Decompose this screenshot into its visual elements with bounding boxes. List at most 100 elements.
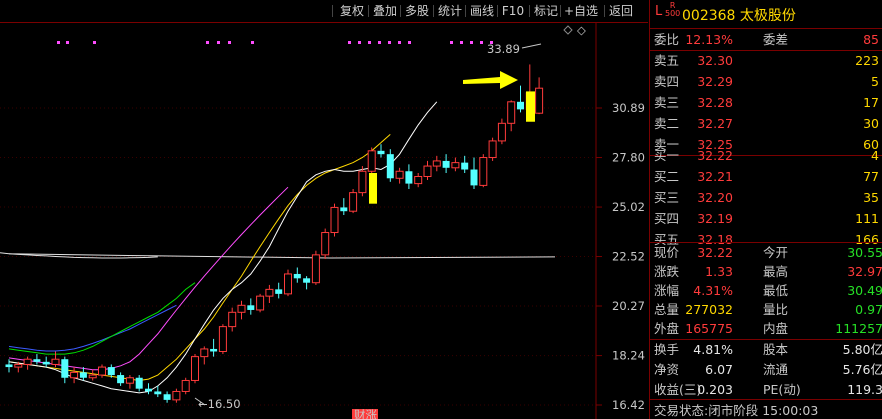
bid-row[interactable]: 买四 32.19 111 [650,208,882,229]
level-flag-sub: 500 [665,9,681,18]
weibi-value: 12.13% [685,32,733,47]
news-tag-label: 财涨 [354,408,377,419]
level-label: 卖二 [654,116,680,131]
stats-row: 收益(三) 0.203 PE(动) 119.3 [650,379,882,400]
level-label: 卖三 [654,95,680,110]
chevron-icon: ◇ [577,23,586,37]
candle-up [284,273,292,295]
level-price: 32.28 [697,95,733,110]
candle-down [79,372,87,378]
candle-up [330,206,339,234]
toolbar-separator [400,5,401,17]
y-tick-label: 16.42 [612,398,645,412]
quote-label: 内盘 [763,321,789,336]
stock-title: 002368 太极股份 [682,8,796,24]
toolbar-button-1[interactable]: 叠加 [370,3,400,19]
candle-down [517,101,524,110]
candle-up [432,160,441,167]
weicha-label: 委差 [763,32,789,47]
ask-row[interactable]: 卖二 32.27 30 [650,113,882,134]
signal-dot [228,41,231,44]
bid-row[interactable]: 买三 32.20 35 [650,187,882,208]
stats-value: 6.07 [705,362,733,377]
signal-dot [206,41,209,44]
candle-up [256,295,265,311]
level-label: 卖四 [654,74,680,89]
candle-up [14,363,23,368]
stats-label: 流通 [763,362,789,377]
candle-down [145,388,152,392]
quote-label: 涨幅 [654,283,680,298]
toolbar-separator [332,5,333,17]
candle-down [33,359,41,362]
candle-up [200,348,209,358]
candle-down [442,160,450,168]
signal-dot [398,41,401,44]
level-price: 32.30 [697,53,733,68]
level-price: 32.22 [697,148,733,163]
level-volume: 30 [863,116,879,131]
signal-dot [470,41,473,44]
low-price-label: ←16.50 [198,397,241,411]
candle-up [51,358,60,365]
level-label: 卖五 [654,53,680,68]
ask-row[interactable]: 卖五 32.30 223 [650,50,882,71]
toolbar-button-0[interactable]: 复权 [337,3,367,19]
trade-status-value: 闭市阶段 15:00:03 [708,403,819,418]
candle-up [488,140,497,159]
signal-dot [378,41,381,44]
highlight-bar [526,91,535,122]
ask-row[interactable]: 卖四 32.29 5 [650,71,882,92]
signal-dot [480,41,483,44]
toolbar-button-6[interactable]: 标记 [531,3,561,19]
ma60-line [8,282,196,355]
candle-up [479,157,488,186]
signal-dot [358,41,361,44]
chart-svg[interactable]: 30.89 27.80 25.02 22.52 20.27 18.24 16.42 33.89… [0,22,648,419]
ask-row[interactable]: 卖三 32.28 17 [650,92,882,113]
toolbar: 复权 叠加 多股 统计 画线 F10 标记 +自选 返回 [0,0,648,23]
toolbar-separator [497,5,498,17]
quote-value: 32.97 [847,264,882,279]
level-volume: 223 [855,53,879,68]
high-price-label: 33.89 [487,42,520,56]
candle-down [470,169,478,186]
candle-down [386,154,394,179]
toolbar-button-3[interactable]: 统计 [435,3,465,19]
level-price: 32.27 [697,116,733,131]
level-label: 买一 [654,148,680,163]
quote-label: 量比 [763,302,789,317]
quote-value: 30.55 [847,245,882,260]
toolbar-button-4[interactable]: 画线 [467,3,497,19]
toolbar-button-2[interactable]: 多股 [402,3,432,19]
signal-dot [460,41,463,44]
candle-down [461,162,469,170]
level-volume: 5 [871,74,879,89]
signal-dot [388,41,391,44]
toolbar-button-8[interactable]: 返回 [606,3,636,19]
toolbar-button-5[interactable]: F10 [499,3,527,19]
quote-panel: L R 500 002368 太极股份 委比 12.13% 委差 85 卖五 32… [649,0,882,419]
candle-down [340,207,348,212]
toolbar-button-7[interactable]: +自选 [562,3,600,19]
level-flag: R 500 [665,2,680,18]
quote-label: 现价 [654,245,680,260]
candle-up [228,311,237,328]
bid-row[interactable]: 买二 32.21 77 [650,166,882,187]
bid-row[interactable]: 买一 32.22 4 [650,145,882,166]
stats-value: 0.203 [697,382,733,397]
candle-down [377,150,385,155]
weibi-row: 委比 12.13% 委差 85 [650,29,882,50]
quote-label: 涨跌 [654,264,680,279]
stats-row: 换手 4.81% 股本 5.80亿 [650,339,882,360]
candle-up [311,254,320,284]
candle-down [61,359,69,378]
quote-row: 外盘 165775 内盘 111257 [650,318,882,339]
level-label: 买二 [654,169,680,184]
candle-up [218,326,227,352]
candle-up [88,374,97,379]
quote-label: 外盘 [654,321,680,336]
candle-up [451,162,460,169]
candlestick-chart[interactable]: 30.89 27.80 25.02 22.52 20.27 18.24 16.42 33.89… [0,22,648,419]
candle-down [117,375,125,384]
